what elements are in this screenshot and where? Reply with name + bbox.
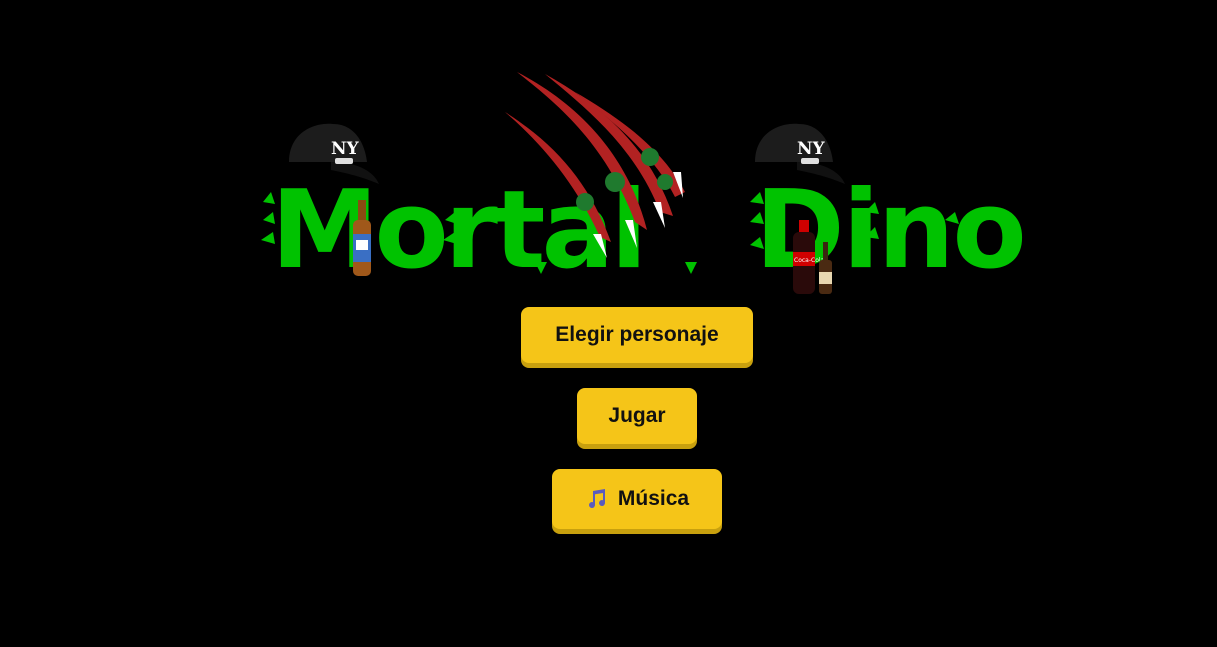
music-note-icon <box>585 487 609 511</box>
play-button[interactable]: Jugar <box>577 388 697 444</box>
choose-character-label: Elegir personaje <box>555 323 719 346</box>
choose-character-button[interactable]: Elegir personaje <box>521 307 753 363</box>
play-label: Jugar <box>608 404 666 427</box>
music-label: Música <box>617 487 690 510</box>
music-button[interactable]: Música <box>552 469 722 529</box>
main-menu-screen: Mortal Dino NY NY Coca-Cola Elegir perso… <box>0 0 1217 647</box>
cap-logo-text: NY <box>331 139 360 159</box>
title-word-mortal: Mortal <box>271 168 643 293</box>
game-logo: Mortal Dino NY NY Coca-Cola <box>255 62 1025 302</box>
cap-logo-text: NY <box>797 139 826 159</box>
